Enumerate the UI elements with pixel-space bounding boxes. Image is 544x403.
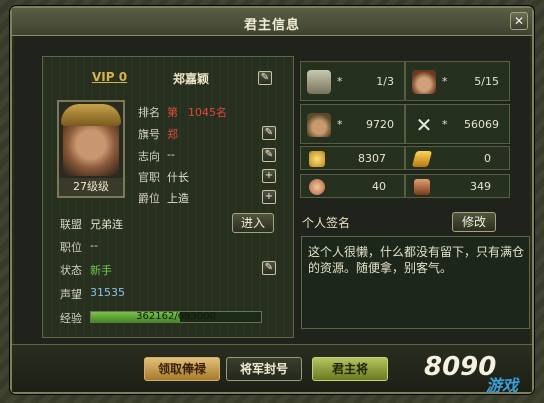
resource-goldbar: 0 [405, 146, 510, 170]
flag-value: 郑 [167, 128, 178, 141]
stat-star: * [337, 75, 343, 88]
will-value: -- [167, 148, 175, 161]
alliance-value: 兄弟连 [90, 218, 123, 231]
edit-will-button[interactable]: ✎ [262, 148, 276, 162]
stat-star: * [442, 118, 448, 131]
stat-value: 56069 [464, 118, 499, 131]
collect-salary-button[interactable]: 领取俸禄 [144, 357, 220, 381]
general-title-button[interactable]: 将军封号 [226, 357, 302, 381]
stat-star: * [337, 118, 343, 131]
stat-value: 9720 [366, 118, 394, 131]
office-value: 什长 [167, 171, 189, 184]
soldier-icon [307, 113, 331, 137]
crossed-swords-icon: ✕ [415, 113, 433, 137]
window-title: 君主信息 [243, 18, 300, 33]
vip-label[interactable]: VIP 0 [92, 70, 127, 84]
office-plus-button[interactable]: + [262, 169, 276, 183]
stat-value: 1/3 [376, 75, 394, 88]
office-label: 官职 [138, 171, 160, 184]
xp-text: 362162/693000 [136, 311, 216, 322]
signature-title: 个人签名 [302, 216, 351, 230]
stat-cities: * 1/3 [300, 61, 405, 101]
resource-value: 0 [484, 152, 491, 165]
food-icon [309, 179, 325, 195]
gold-icon [309, 151, 325, 167]
status-label: 状态 [60, 264, 82, 277]
house-icon [414, 179, 430, 195]
avatar: 27级级 [57, 100, 125, 198]
site-watermark: 8090 游戏 [420, 350, 540, 400]
resource-value: 349 [470, 180, 491, 193]
rank-value: 1045名 [188, 106, 227, 119]
resource-house: 349 [405, 174, 510, 198]
edit-flag-button[interactable]: ✎ [262, 126, 276, 140]
resource-value: 40 [372, 180, 386, 193]
enter-alliance-button[interactable]: 进入 [232, 213, 274, 233]
prestige-value: 31535 [90, 286, 125, 299]
resource-gold: 8307 [300, 146, 405, 170]
xp-label: 经验 [60, 312, 82, 325]
resource-value: 8307 [358, 152, 386, 165]
xp-bar: 362162/693000 [90, 311, 262, 323]
close-button[interactable]: ✕ [510, 12, 528, 30]
will-label: 志向 [138, 150, 160, 163]
flag-label: 旗号 [138, 128, 160, 141]
title-value: 上造 [167, 192, 189, 205]
rank-prefix: 第 [167, 106, 178, 119]
portrait-helmet [61, 104, 121, 126]
stat-power: ✕ * 56069 [405, 104, 510, 144]
status-value: 新手 [90, 264, 112, 277]
level-plate: 27级级 [59, 178, 123, 196]
edit-signature-button[interactable]: 修改 [452, 212, 496, 232]
edit-status-button[interactable]: ✎ [262, 261, 276, 275]
watermark-sub: 游戏 [486, 376, 519, 395]
resource-food: 40 [300, 174, 405, 198]
rename-button[interactable]: ✎ [258, 71, 272, 85]
position-value: -- [90, 239, 98, 252]
position-label: 职位 [60, 241, 82, 254]
title-label: 爵位 [138, 192, 160, 205]
stat-soldiers: * 9720 [300, 104, 405, 144]
general-icon [412, 70, 436, 94]
title-plus-button[interactable]: + [262, 190, 276, 204]
stat-value: 5/15 [474, 75, 499, 88]
stat-generals: * 5/15 [405, 61, 510, 101]
player-name: 郑嘉颖 [173, 72, 210, 86]
city-icon [307, 70, 331, 94]
rank-label: 排名 [138, 106, 160, 119]
alliance-label: 联盟 [60, 218, 82, 231]
gold-bar-icon [411, 151, 433, 167]
stat-star: * [442, 75, 448, 88]
lord-general-button[interactable]: 君主将 [312, 357, 388, 381]
prestige-label: 声望 [60, 288, 82, 301]
signature-text: 这个人很懒，什么都没有留下，只有满仓的资源。随便拿，别客气。 [308, 245, 525, 275]
